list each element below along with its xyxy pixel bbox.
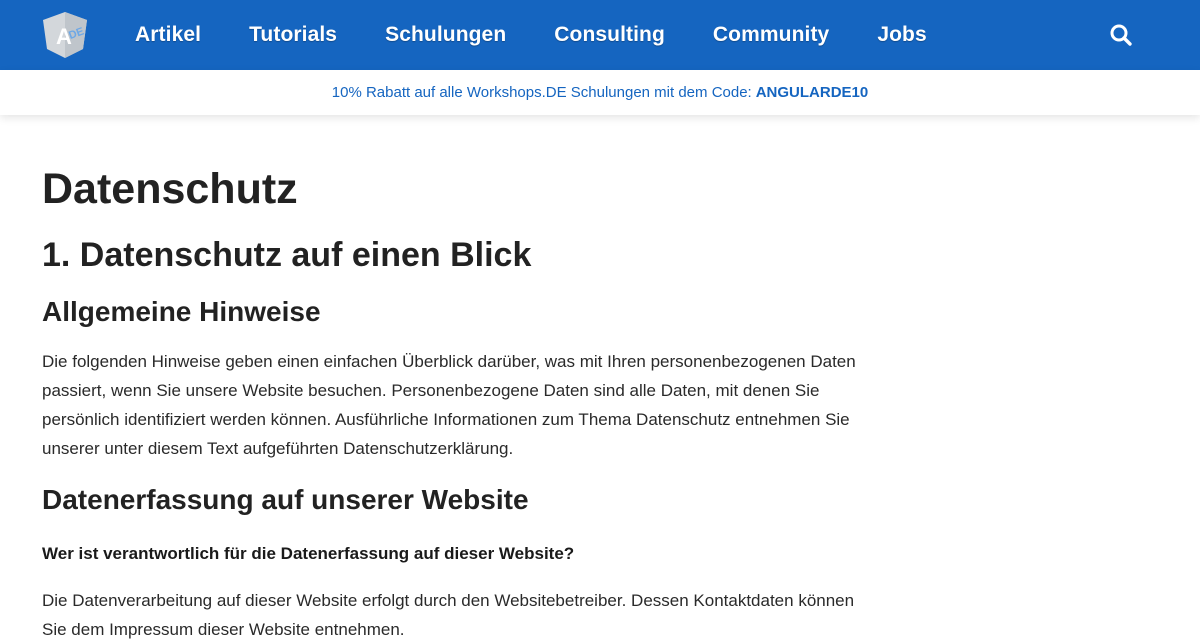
- top-navigation-bar: A DE Artikel Tutorials Schulungen Consul…: [0, 0, 1200, 70]
- search-icon: [1110, 24, 1132, 46]
- promo-banner[interactable]: 10% Rabatt auf alle Workshops.DE Schulun…: [0, 70, 1200, 115]
- nav-item-consulting[interactable]: Consulting: [554, 23, 665, 47]
- main-content: Datenschutz 1. Datenschutz auf einen Bli…: [42, 115, 882, 644]
- section-heading: 1. Datenschutz auf einen Blick: [42, 236, 532, 274]
- nav-item-schulungen[interactable]: Schulungen: [385, 23, 506, 47]
- promo-code: ANGULARDE10: [755, 84, 869, 101]
- subheading-data-collection: Datenerfassung auf unserer Website: [42, 484, 529, 515]
- site-logo[interactable]: A DE: [42, 11, 88, 59]
- subheading-general: Allgemeine Hinweise: [42, 296, 321, 327]
- search-button[interactable]: [1108, 22, 1134, 48]
- paragraph-responsible: Die Datenverarbeitung auf dieser Website…: [42, 591, 855, 639]
- angular-de-logo-icon: A DE: [43, 12, 87, 58]
- question-responsible: Wer ist verantwortlich für die Datenerfa…: [42, 544, 575, 563]
- nav-item-jobs[interactable]: Jobs: [877, 23, 926, 47]
- nav-item-community[interactable]: Community: [713, 23, 829, 47]
- nav-item-tutorials[interactable]: Tutorials: [249, 23, 337, 47]
- main-nav: Artikel Tutorials Schulungen Consulting …: [135, 0, 975, 70]
- page-title: Datenschutz: [42, 165, 298, 213]
- promo-text: 10% Rabatt auf alle Workshops.DE Schulun…: [331, 84, 752, 101]
- paragraph-general: Die folgenden Hinweise geben einen einfa…: [42, 352, 856, 458]
- nav-item-artikel[interactable]: Artikel: [135, 23, 201, 47]
